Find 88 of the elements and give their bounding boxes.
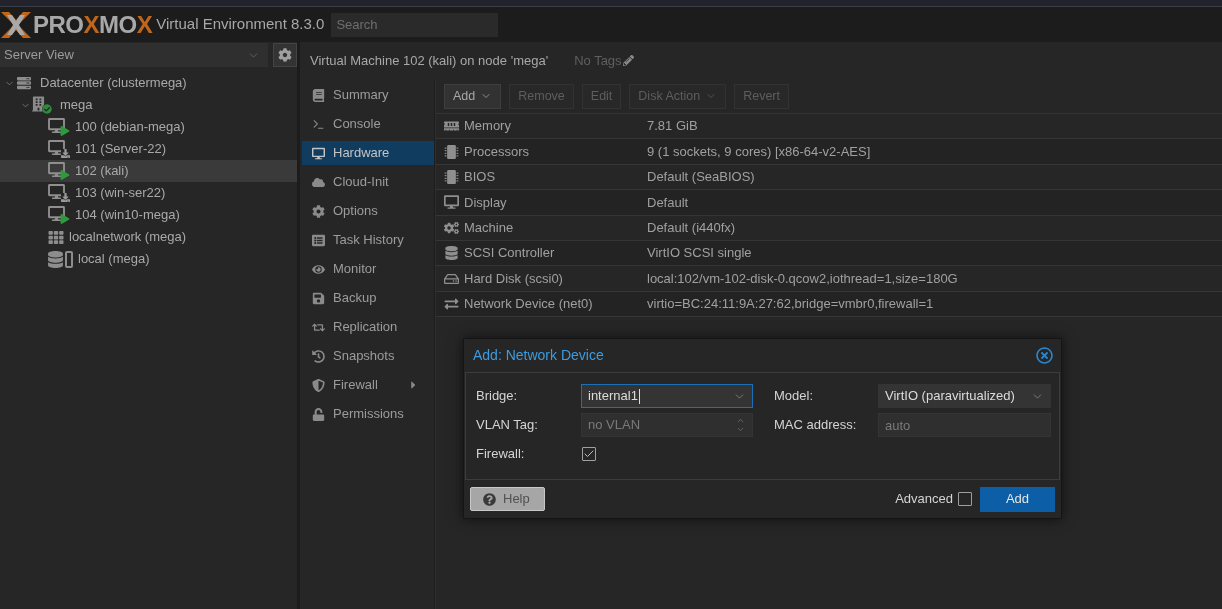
history-icon [312, 349, 325, 363]
pencil-icon[interactable] [622, 55, 634, 66]
gear-icon [312, 204, 325, 218]
database-icon [443, 246, 459, 261]
field-label: MAC address: [774, 416, 858, 435]
nav-item[interactable]: Backup [302, 286, 434, 310]
vm-title: Virtual Machine 102 (kali) on node 'mega' [310, 51, 549, 70]
nav-item[interactable]: Monitor [302, 257, 434, 281]
hardware-value: Default (i440fx) [647, 219, 736, 237]
hardware-name: Network Device (net0) [464, 295, 594, 314]
number-spinner-field[interactable]: no VLAN [581, 413, 753, 437]
database-device-icon [48, 250, 74, 268]
dropdown-field[interactable]: VirtIO (paravirtualized) [878, 384, 1051, 408]
shield-icon [312, 378, 325, 392]
hardware-name: Hard Disk (scsi0) [464, 269, 564, 288]
tree-item[interactable]: mega [0, 94, 297, 116]
swap-arrows-icon [443, 296, 459, 311]
help-button[interactable]: Help [470, 487, 545, 511]
hardware-value: 9 (1 sockets, 9 cores) [x86-64-v2-AES] [647, 142, 871, 161]
hardware-value: Default (SeaBIOS) [647, 168, 755, 187]
product-version: Virtual Environment 8.3.0 [156, 14, 325, 35]
terminal-icon [312, 117, 325, 131]
logo-wordmark: PROXMOX [33, 12, 153, 37]
nav-item[interactable]: Permissions [302, 402, 434, 426]
logo-x-icon [1, 11, 31, 38]
nav-item[interactable]: Console [302, 112, 434, 136]
tree-item[interactable]: 104 (win10-mega) [0, 204, 297, 226]
hardware-name: Machine [464, 219, 515, 237]
nav-item[interactable]: Hardware [302, 141, 434, 165]
monitor-icon [443, 195, 459, 210]
field-label: Bridge: [476, 387, 519, 406]
hardware-value: 7.81 GiB [647, 117, 698, 136]
tree-item[interactable]: 103 (win-ser22) [0, 182, 297, 204]
eye-icon [312, 262, 325, 276]
grid-icon [48, 229, 64, 245]
close-icon[interactable] [1036, 347, 1053, 364]
checkbox[interactable] [958, 492, 972, 506]
dialog-title: Add: Network Device [473, 346, 604, 365]
field-label: Firewall: [476, 445, 526, 464]
book-icon [312, 88, 325, 102]
hardware-value: VirtIO SCSI single [647, 244, 752, 263]
hardware-name: Display [464, 193, 508, 212]
cloud-icon [312, 175, 325, 189]
hardware-name: Processors [464, 142, 531, 161]
nav-item[interactable]: Replication [302, 315, 434, 339]
tree-item[interactable]: 101 (Server-22) [0, 138, 297, 160]
checkbox[interactable] [582, 447, 596, 461]
cpu-chip-icon [443, 144, 459, 159]
search-field[interactable]: Search [331, 12, 499, 37]
tree-item[interactable]: Datacenter (clustermega) [0, 72, 297, 94]
nav-item[interactable]: Cloud-Init [302, 170, 434, 194]
memory-module-icon [443, 119, 459, 134]
text-field[interactable]: auto [878, 413, 1051, 437]
caret-right-icon[interactable] [409, 379, 418, 391]
advanced-label: Advanced [895, 490, 953, 509]
settings-button[interactable] [273, 42, 297, 67]
field-label: VLAN Tag: [476, 416, 539, 435]
tree-item[interactable]: 100 (debian-mega) [0, 116, 297, 138]
tree-item[interactable]: 102 (kali) [0, 160, 297, 182]
nav-item[interactable]: Firewall [302, 373, 434, 397]
server-rack-icon [16, 76, 32, 90]
nav-item[interactable]: Snapshots [302, 344, 434, 368]
check-icon [583, 448, 595, 460]
text-cursor-icon [638, 388, 640, 404]
nav-item[interactable]: Options [302, 199, 434, 223]
monitor-icon [312, 146, 325, 160]
nav-item[interactable]: Summary [302, 83, 434, 107]
nav-item[interactable]: Task History [302, 228, 434, 252]
add-button[interactable]: Add [980, 486, 1055, 512]
toolbar-button[interactable]: Add [444, 83, 502, 109]
chip-icon [443, 169, 459, 184]
hard-drive-icon [443, 271, 459, 286]
hardware-name: Memory [464, 117, 512, 136]
field-label: Model: [774, 387, 815, 406]
unlocked-padlock-icon [312, 407, 325, 421]
hardware-value: local:102/vm-102-disk-0.qcow2,iothread=1,size=180G [647, 269, 958, 288]
hardware-value: Default [647, 193, 689, 212]
help-icon [483, 492, 496, 506]
hardware-value: virtio=BC:24:11:9A:27:62,bridge=vmbr0,firewall=1 [647, 295, 934, 314]
tree-item[interactable]: localnetwork (mega) [0, 226, 297, 248]
hardware-name: BIOS [464, 168, 497, 187]
settings-icon [278, 47, 292, 62]
dropdown-field[interactable]: internal1 [581, 384, 753, 408]
view-select[interactable]: Server View [0, 43, 268, 67]
hardware-name: SCSI Controller [464, 244, 556, 263]
list-icon [312, 233, 325, 247]
gears-icon [443, 220, 459, 235]
tree-item[interactable]: local (mega) [0, 248, 297, 270]
